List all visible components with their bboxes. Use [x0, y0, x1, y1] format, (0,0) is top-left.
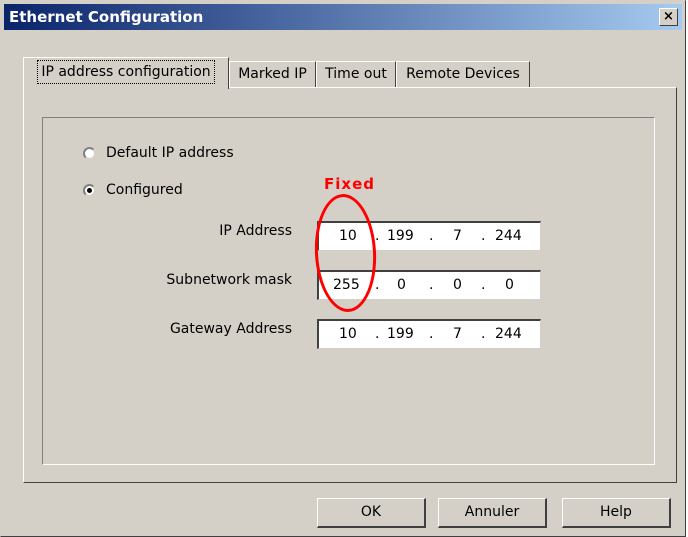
gateway-address-input[interactable]: 10 . 199 . 7 . 244 — [317, 319, 541, 349]
configured-option[interactable]: Configured — [83, 182, 183, 198]
ip-separator: . — [429, 277, 434, 293]
tab-label: Remote Devices — [406, 66, 520, 82]
ip-separator: . — [375, 228, 380, 244]
tab-label: Time out — [325, 66, 387, 82]
configured-label: Configured — [106, 182, 183, 198]
gateway-octet-3[interactable]: 7 — [453, 326, 462, 342]
mask-octet-3[interactable]: 0 — [453, 277, 462, 293]
tab-label: Marked IP — [238, 66, 307, 82]
ip-octet-3[interactable]: 7 — [453, 228, 462, 244]
ip-address-label: IP Address — [219, 223, 292, 239]
default-ip-radio[interactable] — [83, 146, 96, 160]
ip-octet-4[interactable]: 244 — [495, 228, 522, 244]
configured-radio[interactable] — [83, 183, 96, 197]
subnet-mask-label: Subnetwork mask — [166, 272, 292, 288]
gateway-address-label: Gateway Address — [169, 321, 292, 337]
radio-selected-dot — [87, 187, 92, 193]
close-icon: × — [663, 9, 674, 24]
ip-separator: . — [481, 228, 486, 244]
mask-octet-4[interactable]: 0 — [505, 277, 514, 293]
default-ip-label: Default IP address — [106, 145, 234, 161]
ip-octet-2[interactable]: 199 — [387, 228, 414, 244]
tab-label: IP address configuration — [37, 60, 215, 84]
ip-separator: . — [375, 277, 380, 293]
ip-separator: . — [481, 326, 486, 342]
ip-separator: . — [481, 277, 486, 293]
mask-octet-2[interactable]: 0 — [397, 277, 406, 293]
ethernet-configuration-dialog: Ethernet Configuration × IP address conf… — [0, 0, 686, 537]
close-button[interactable]: × — [659, 8, 678, 26]
gateway-octet-1[interactable]: 10 — [339, 326, 357, 342]
gateway-octet-4[interactable]: 244 — [495, 326, 522, 342]
default-ip-option[interactable]: Default IP address — [83, 145, 234, 161]
tab-ip-address-configuration[interactable]: IP address configuration — [23, 57, 229, 89]
tab-remote-devices[interactable]: Remote Devices — [396, 61, 530, 87]
help-button[interactable]: Help — [562, 498, 671, 528]
tab-time-out[interactable]: Time out — [316, 61, 396, 87]
cancel-button[interactable]: Annuler — [438, 498, 547, 528]
ok-button[interactable]: OK — [317, 498, 426, 528]
gateway-octet-2[interactable]: 199 — [387, 326, 414, 342]
fixed-annotation-label: Fixed — [324, 175, 375, 193]
tab-marked-ip[interactable]: Marked IP — [229, 61, 316, 87]
ip-separator: . — [375, 326, 380, 342]
ip-separator: . — [429, 326, 434, 342]
window-title: Ethernet Configuration — [9, 8, 204, 26]
ip-separator: . — [429, 228, 434, 244]
title-bar[interactable]: Ethernet Configuration × — [4, 4, 682, 30]
